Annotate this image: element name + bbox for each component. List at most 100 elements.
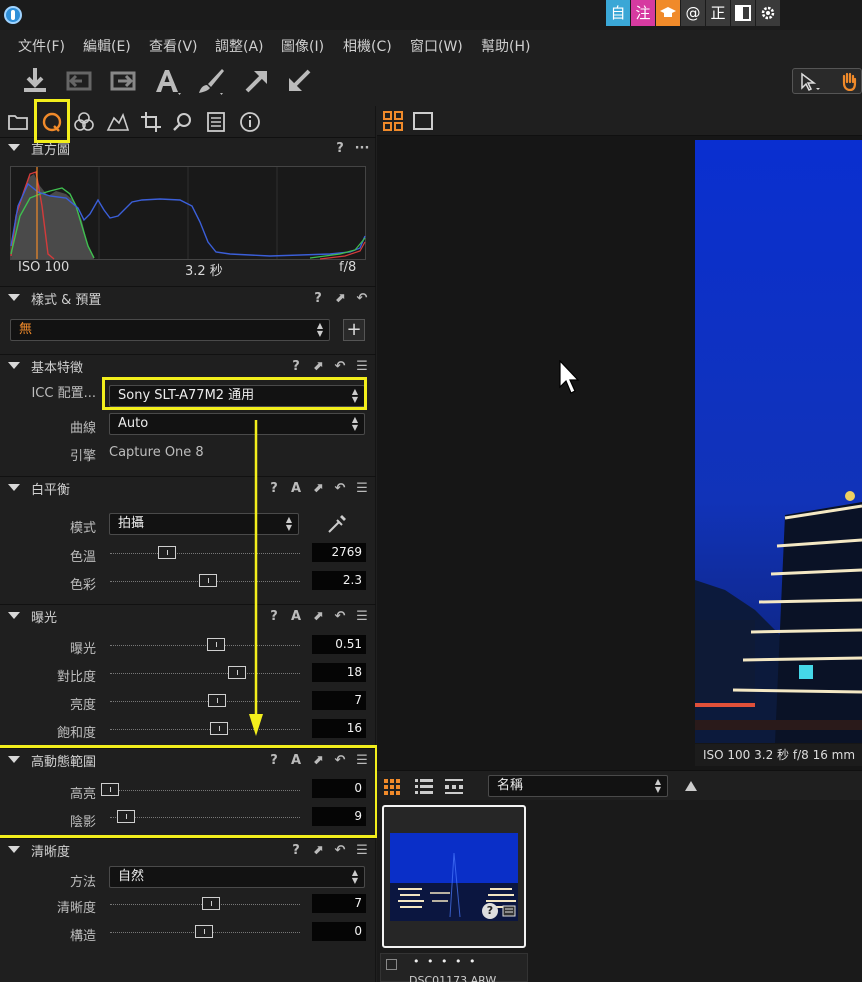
brightness-track[interactable]	[110, 701, 300, 702]
select-checkbox[interactable]	[386, 959, 397, 970]
clarity-value[interactable]: 7	[312, 894, 366, 913]
at-button[interactable]: @	[681, 0, 705, 26]
collapse-triangle-icon[interactable]	[8, 612, 20, 619]
single-view-icon[interactable]	[413, 111, 433, 131]
menu-window[interactable]: 窗口(W)	[410, 36, 463, 56]
histogram-header[interactable]: 直方圖 ? ···	[0, 137, 376, 159]
collapse-triangle-icon[interactable]	[8, 144, 20, 151]
gear-icon[interactable]	[756, 0, 780, 26]
color-tab-icon[interactable]	[72, 110, 96, 134]
menu-icon[interactable]: ☰	[354, 609, 370, 624]
collapse-triangle-icon[interactable]	[8, 484, 20, 491]
brush-icon[interactable]	[196, 66, 226, 96]
metadata-tab-icon[interactable]	[204, 110, 228, 134]
previous-icon[interactable]	[64, 66, 94, 96]
saturation-value[interactable]: 16	[312, 719, 366, 738]
temp-slider-knob[interactable]	[158, 546, 176, 559]
ext-button-1[interactable]: 自	[606, 0, 630, 26]
collapse-triangle-icon[interactable]	[8, 294, 20, 301]
menu-icon[interactable]: ☰	[354, 359, 370, 374]
hand-pan-icon[interactable]	[839, 71, 859, 91]
exposure-value[interactable]: 0.51	[312, 635, 366, 654]
rating-dots[interactable]: • • • • •	[413, 955, 477, 968]
tint-slider-knob[interactable]	[199, 574, 217, 587]
copy-apply-icon[interactable]: ⬈	[310, 359, 326, 374]
help-icon[interactable]: ?	[266, 481, 282, 496]
menu-file[interactable]: 文件(F)	[18, 36, 65, 56]
list-view-icon[interactable]	[414, 777, 434, 797]
reset-icon[interactable]: ↶	[354, 291, 370, 306]
exposure-tab-icon[interactable]	[106, 110, 130, 134]
add-style-button[interactable]: +	[343, 319, 365, 341]
contrast-value[interactable]: 18	[312, 663, 366, 682]
brightness-value[interactable]: 7	[312, 691, 366, 710]
exposure-slider-knob[interactable]	[207, 638, 225, 651]
multi-view-icon[interactable]	[383, 111, 403, 131]
arrow-up-right-icon[interactable]	[242, 66, 272, 96]
method-select[interactable]: 自然 ▲ ▼	[109, 866, 365, 888]
wb-mode-select[interactable]: 拍攝 ▲ ▼	[109, 513, 299, 535]
help-icon[interactable]: ?	[288, 843, 304, 858]
auto-icon[interactable]: A	[288, 481, 304, 496]
saturation-track[interactable]	[110, 729, 300, 730]
menu-icon[interactable]: ☰	[354, 481, 370, 496]
arrow-down-left-icon[interactable]	[284, 66, 314, 96]
library-tab-icon[interactable]	[6, 110, 30, 134]
ext-button-2[interactable]: 注	[631, 0, 655, 26]
import-icon[interactable]	[20, 66, 50, 96]
temp-track[interactable]	[110, 553, 300, 554]
tint-value[interactable]: 2.3	[312, 571, 366, 590]
styles-select[interactable]: 無 ▲ ▼	[10, 319, 330, 341]
graduation-cap-icon[interactable]	[656, 0, 680, 26]
menu-help[interactable]: 幫助(H)	[481, 36, 530, 56]
menu-icon[interactable]: ☰	[354, 843, 370, 858]
details-tab-icon[interactable]	[171, 110, 195, 134]
eyedropper-icon[interactable]	[326, 513, 348, 535]
structure-value[interactable]: 0	[312, 922, 366, 941]
reset-icon[interactable]: ↶	[332, 359, 348, 374]
menu-image[interactable]: 圖像(I)	[281, 36, 324, 56]
crop-tab-icon[interactable]	[139, 110, 163, 134]
contrast-track[interactable]	[110, 673, 300, 674]
styles-header[interactable]: 樣式 & 預置 ? ⬈ ↶	[0, 286, 376, 308]
collapse-triangle-icon[interactable]	[8, 846, 20, 853]
temp-value[interactable]: 2769	[312, 543, 366, 562]
help-icon[interactable]: ?	[266, 609, 282, 624]
info-tab-icon[interactable]	[238, 110, 262, 134]
auto-icon[interactable]: A	[288, 609, 304, 624]
sort-select[interactable]: 名稱 ▲ ▼	[488, 775, 668, 797]
copy-apply-icon[interactable]: ⬈	[310, 609, 326, 624]
copy-apply-icon[interactable]: ⬈	[332, 291, 348, 306]
curve-select[interactable]: Auto ▲ ▼	[109, 413, 365, 435]
white-balance-header[interactable]: 白平衡 ? A ⬈ ↶ ☰	[0, 476, 376, 498]
select-cursor-icon[interactable]	[799, 72, 821, 92]
brightness-slider-knob[interactable]	[208, 694, 226, 707]
menu-view[interactable]: 查看(V)	[149, 36, 198, 56]
clarity-slider-knob[interactable]	[202, 897, 220, 910]
help-icon[interactable]: ?	[310, 291, 326, 306]
more-icon[interactable]: ···	[354, 141, 370, 156]
clarity-header[interactable]: 清晰度 ? ⬈ ↶ ☰	[0, 838, 376, 860]
exposure-track[interactable]	[110, 645, 300, 646]
copy-apply-icon[interactable]: ⬈	[310, 843, 326, 858]
thumbnail[interactable]: ?	[382, 805, 526, 948]
text-tool-icon[interactable]	[152, 66, 182, 96]
base-characteristics-header[interactable]: 基本特徵 ? ⬈ ↶ ☰	[0, 354, 376, 376]
reset-icon[interactable]: ↶	[332, 481, 348, 496]
menu-adjust[interactable]: 調整(A)	[215, 36, 264, 56]
filmstrip-view-icon[interactable]	[444, 777, 464, 797]
collapse-triangle-icon[interactable]	[8, 362, 20, 369]
copy-apply-icon[interactable]: ⬈	[310, 481, 326, 496]
menu-camera[interactable]: 相機(C)	[343, 36, 392, 56]
saturation-slider-knob[interactable]	[210, 722, 228, 735]
help-icon[interactable]: ?	[288, 359, 304, 374]
half-square-icon[interactable]	[731, 0, 755, 26]
menu-edit[interactable]: 編輯(E)	[83, 36, 131, 56]
grid-view-icon[interactable]	[383, 778, 401, 796]
cursor-tools[interactable]	[792, 68, 862, 94]
next-icon[interactable]	[108, 66, 138, 96]
structure-slider-knob[interactable]	[195, 925, 213, 938]
contrast-slider-knob[interactable]	[228, 666, 246, 679]
zheng-button[interactable]: 正	[706, 0, 730, 26]
exposure-header[interactable]: 曝光 ? A ⬈ ↶ ☰	[0, 604, 376, 626]
